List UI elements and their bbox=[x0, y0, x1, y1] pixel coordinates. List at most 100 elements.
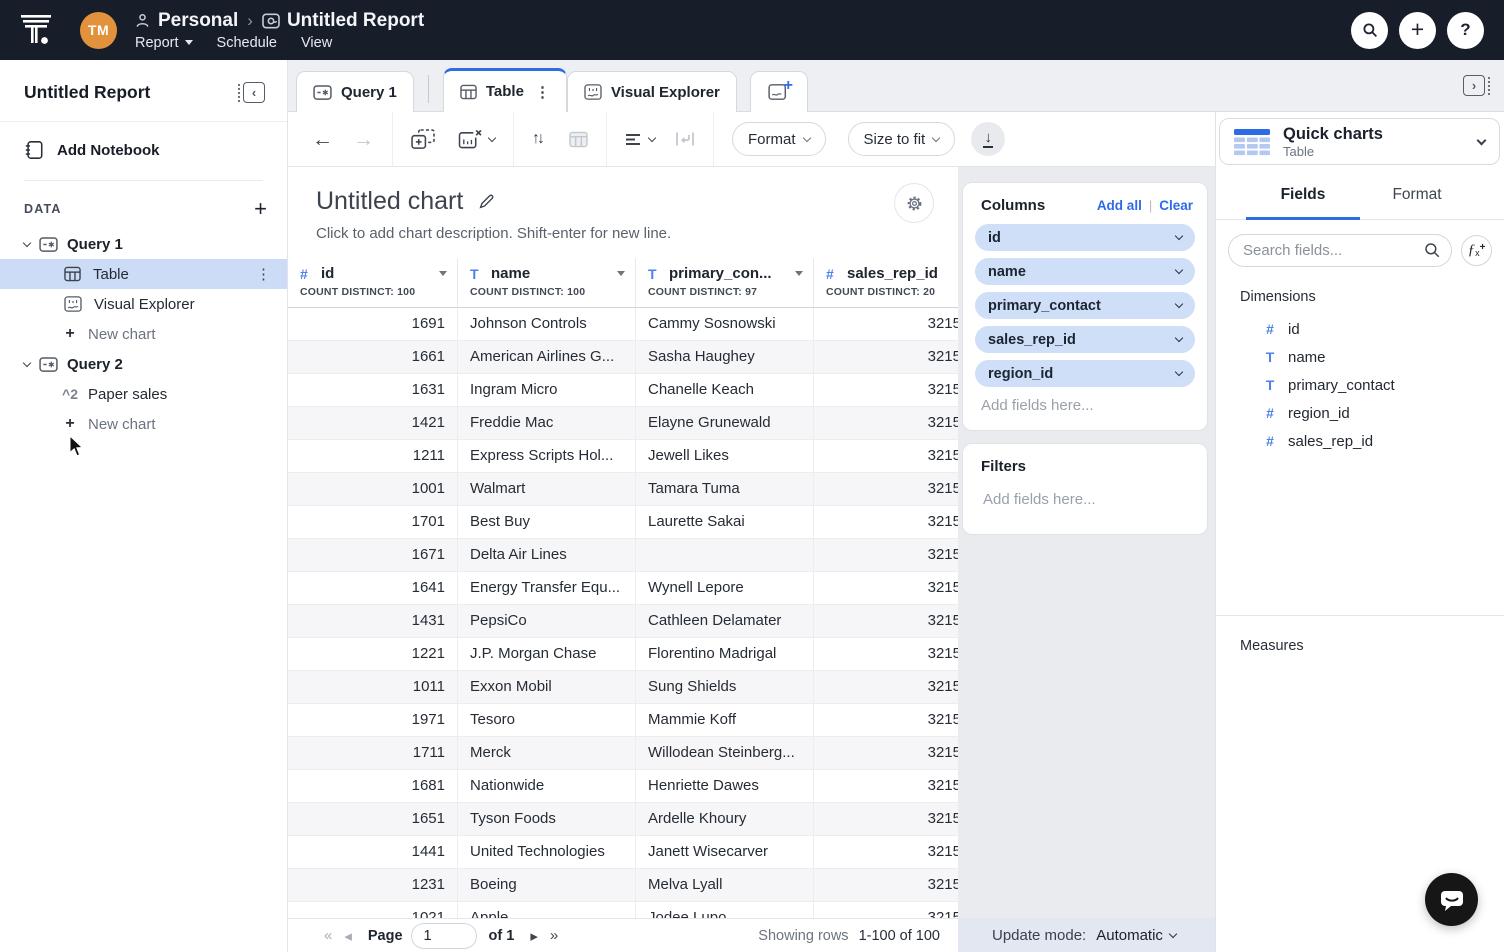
column-menu-caret-icon[interactable] bbox=[617, 271, 625, 276]
last-page-button[interactable]: » bbox=[544, 927, 564, 944]
table-cell[interactable]: 1431 bbox=[288, 605, 458, 637]
table-cell[interactable]: Freddie Mac bbox=[458, 407, 636, 439]
field-item-primary_contact[interactable]: Tprimary_contact bbox=[1216, 371, 1504, 399]
table-cell[interactable]: Apple bbox=[458, 902, 636, 918]
table-cell[interactable]: 1011 bbox=[288, 671, 458, 703]
table-cell[interactable]: 3215 bbox=[814, 770, 958, 802]
tab-query1[interactable]: Query 1 bbox=[296, 71, 414, 112]
chart-title[interactable]: Untitled chart bbox=[316, 187, 463, 216]
expand-panel-button[interactable]: › bbox=[1463, 75, 1490, 96]
add-all-link[interactable]: Add all bbox=[1097, 198, 1142, 213]
table-cell[interactable]: 3215 bbox=[814, 473, 958, 505]
sort-button[interactable]: ↑↓ bbox=[532, 130, 545, 148]
redo-button[interactable]: → bbox=[353, 129, 374, 150]
column-header-2[interactable]: Tprimary_con...COUNT DISTINCT: 97 bbox=[636, 258, 814, 307]
table-cell[interactable]: 1681 bbox=[288, 770, 458, 802]
table-cell[interactable]: Henriette Dawes bbox=[636, 770, 814, 802]
field-item-region_id[interactable]: #region_id bbox=[1216, 399, 1504, 427]
table-cell[interactable]: 3215 bbox=[814, 341, 958, 373]
table-cell[interactable]: 1691 bbox=[288, 308, 458, 340]
add-notebook-button[interactable]: Add Notebook bbox=[0, 140, 287, 160]
table-cell[interactable]: 3215 bbox=[814, 308, 958, 340]
collapse-sidebar-button[interactable]: ‹ bbox=[238, 82, 265, 103]
table-cell[interactable]: Wynell Lepore bbox=[636, 572, 814, 604]
table-cell[interactable]: 3215 bbox=[814, 902, 958, 918]
table-cell[interactable]: 1701 bbox=[288, 506, 458, 538]
table-cell[interactable]: American Airlines G... bbox=[458, 341, 636, 373]
column-pill-primary_contact[interactable]: primary_contact bbox=[975, 292, 1195, 319]
table-cell[interactable]: Exxon Mobil bbox=[458, 671, 636, 703]
table-cell[interactable]: Boeing bbox=[458, 869, 636, 901]
delete-chart-button[interactable] bbox=[458, 129, 495, 149]
table-cell[interactable]: PepsiCo bbox=[458, 605, 636, 637]
table-cell[interactable]: Sung Shields bbox=[636, 671, 814, 703]
next-page-button[interactable]: ▸ bbox=[524, 927, 544, 945]
column-menu-caret-icon[interactable] bbox=[439, 271, 447, 276]
table-cell[interactable]: Laurette Sakai bbox=[636, 506, 814, 538]
column-pill-region_id[interactable]: region_id bbox=[975, 360, 1195, 387]
duplicate-chart-button[interactable] bbox=[411, 129, 436, 150]
sidebar-item-query2[interactable]: Query 2 bbox=[0, 349, 287, 379]
search-fields-input[interactable] bbox=[1228, 234, 1452, 267]
page-number-input[interactable] bbox=[411, 923, 477, 949]
column-pill-name[interactable]: name bbox=[975, 258, 1195, 285]
add-fields-placeholder[interactable]: Add fields here... bbox=[983, 491, 1195, 508]
table-cell[interactable] bbox=[636, 539, 814, 571]
new-view-tab-button[interactable]: + bbox=[750, 71, 808, 112]
column-settings-button[interactable] bbox=[569, 131, 588, 148]
table-cell[interactable]: Willodean Steinberg... bbox=[636, 737, 814, 769]
add-fields-placeholder[interactable]: Add fields here... bbox=[981, 397, 1195, 414]
field-item-id[interactable]: #id bbox=[1216, 315, 1504, 343]
download-button[interactable]: ↓ bbox=[971, 122, 1005, 156]
field-item-name[interactable]: Tname bbox=[1216, 343, 1504, 371]
table-cell[interactable]: Janett Wisecarver bbox=[636, 836, 814, 868]
tab-table[interactable]: Table ⋮ bbox=[443, 68, 567, 112]
column-pill-id[interactable]: id bbox=[975, 224, 1195, 251]
align-button[interactable] bbox=[625, 132, 655, 147]
table-cell[interactable]: 3215 bbox=[814, 737, 958, 769]
tab-visual-explorer[interactable]: Visual Explorer bbox=[567, 71, 737, 112]
menu-schedule[interactable]: Schedule bbox=[217, 35, 277, 51]
update-mode-select[interactable]: Automatic bbox=[1096, 927, 1176, 944]
table-cell[interactable]: Tyson Foods bbox=[458, 803, 636, 835]
table-cell[interactable]: Cammy Sosnowski bbox=[636, 308, 814, 340]
table-cell[interactable]: 1221 bbox=[288, 638, 458, 670]
kebab-menu-icon[interactable]: ⋮ bbox=[256, 265, 271, 283]
undo-button[interactable]: ← bbox=[312, 129, 333, 150]
table-cell[interactable]: 1641 bbox=[288, 572, 458, 604]
column-pill-sales_rep_id[interactable]: sales_rep_id bbox=[975, 326, 1195, 353]
tab-format[interactable]: Format bbox=[1360, 186, 1474, 220]
sidebar-item-new-chart[interactable]: + New chart bbox=[0, 319, 287, 349]
field-item-sales_rep_id[interactable]: #sales_rep_id bbox=[1216, 427, 1504, 455]
user-avatar[interactable]: TM bbox=[80, 12, 117, 49]
add-formula-button[interactable]: ƒx+ bbox=[1461, 235, 1492, 266]
table-cell[interactable]: Florentino Madrigal bbox=[636, 638, 814, 670]
menu-report[interactable]: Report bbox=[135, 35, 193, 51]
format-button[interactable]: Format bbox=[732, 122, 826, 156]
table-cell[interactable]: Chanelle Keach bbox=[636, 374, 814, 406]
table-cell[interactable]: 3215 bbox=[814, 836, 958, 868]
column-menu-caret-icon[interactable] bbox=[795, 271, 803, 276]
clear-link[interactable]: Clear bbox=[1159, 198, 1193, 213]
table-cell[interactable]: 3215 bbox=[814, 803, 958, 835]
table-cell[interactable]: 3215 bbox=[814, 605, 958, 637]
breadcrumb-workspace[interactable]: Personal bbox=[158, 10, 238, 32]
sidebar-item-paper-sales[interactable]: ^2 Paper sales bbox=[0, 379, 287, 409]
wrap-text-button[interactable] bbox=[675, 131, 695, 147]
sidebar-item-new-chart-2[interactable]: + New chart bbox=[0, 409, 287, 439]
table-cell[interactable]: Nationwide bbox=[458, 770, 636, 802]
quick-charts-selector[interactable]: Quick charts Table bbox=[1219, 118, 1500, 165]
chat-support-button[interactable] bbox=[1425, 873, 1478, 926]
table-cell[interactable]: Best Buy bbox=[458, 506, 636, 538]
table-cell[interactable]: Elayne Grunewald bbox=[636, 407, 814, 439]
table-cell[interactable]: Tesoro bbox=[458, 704, 636, 736]
table-cell[interactable]: Energy Transfer Equ... bbox=[458, 572, 636, 604]
table-cell[interactable]: 3215 bbox=[814, 638, 958, 670]
table-cell[interactable]: Mammie Koff bbox=[636, 704, 814, 736]
table-cell[interactable]: Johnson Controls bbox=[458, 308, 636, 340]
table-cell[interactable]: United Technologies bbox=[458, 836, 636, 868]
previous-page-button[interactable]: ◂ bbox=[338, 927, 358, 945]
size-to-fit-button[interactable]: Size to fit bbox=[848, 122, 956, 156]
table-cell[interactable]: Jodee Lupo bbox=[636, 902, 814, 918]
table-cell[interactable]: 1711 bbox=[288, 737, 458, 769]
